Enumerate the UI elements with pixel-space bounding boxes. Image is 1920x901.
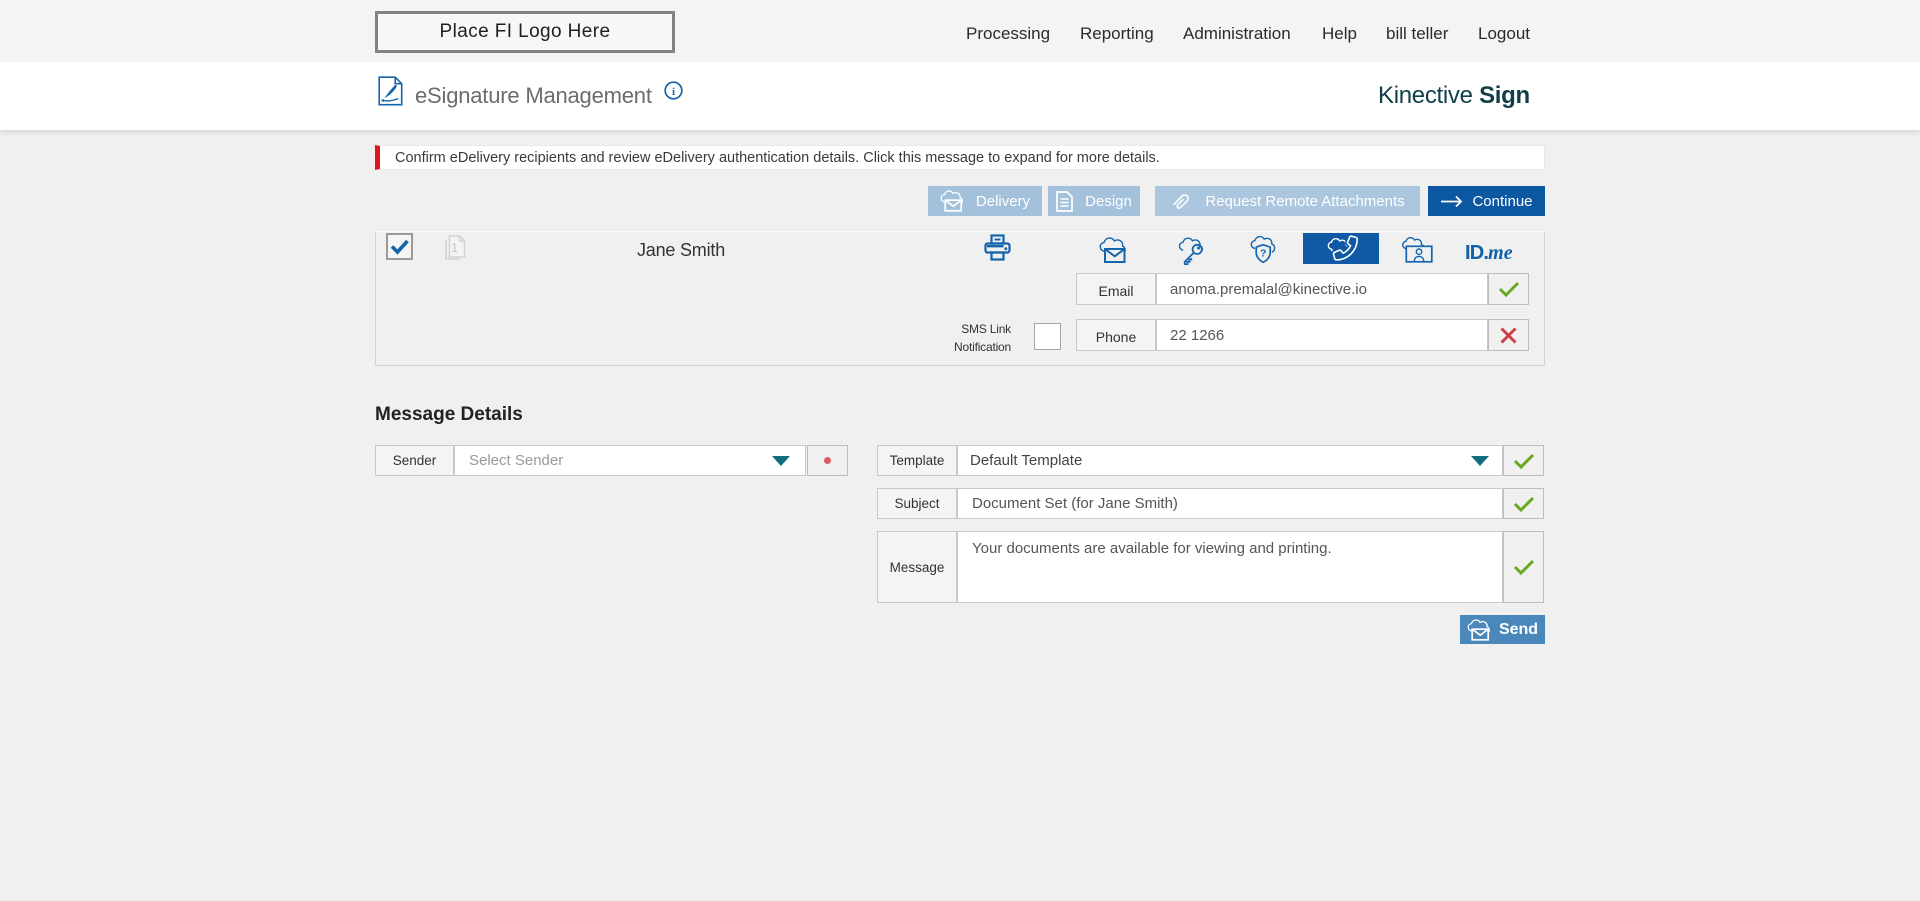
svg-text:?: ? — [1260, 248, 1266, 260]
svg-text:i: i — [672, 86, 675, 98]
svg-text:1: 1 — [451, 240, 458, 255]
